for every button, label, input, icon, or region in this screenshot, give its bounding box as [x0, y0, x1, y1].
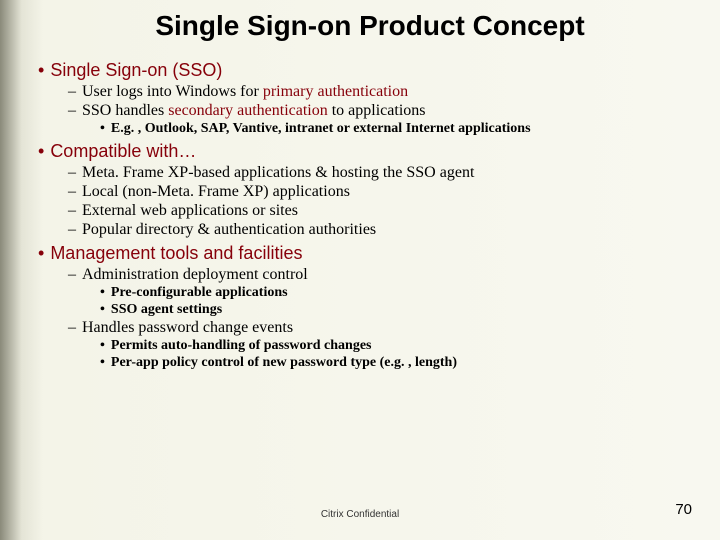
text: E.g. , Outlook, SAP, Vantive, intranet o…: [111, 121, 531, 136]
mgmt-preconfig: •Pre-configurable applications: [100, 285, 690, 301]
compat-directory: –Popular directory & authentication auth…: [68, 221, 690, 239]
sub-secondary-auth: –SSO handles secondary authentication to…: [68, 102, 690, 120]
bullet-compatible: •Compatible with…: [38, 141, 690, 162]
mgmt-admin: –Administration deployment control: [68, 266, 690, 284]
slide-content: •Single Sign-on (SSO) –User logs into Wi…: [0, 60, 720, 371]
text: SSO agent settings: [111, 302, 222, 317]
bullet-sso: •Single Sign-on (SSO): [38, 60, 690, 81]
footer-confidential: Citrix Confidential: [0, 509, 720, 520]
sub-primary-auth: –User logs into Windows for primary auth…: [68, 83, 690, 101]
compat-metaframe: –Meta. Frame XP-based applications & hos…: [68, 164, 690, 182]
text: to applications: [328, 102, 426, 119]
mgmt-agent-settings: •SSO agent settings: [100, 302, 690, 318]
text: Per-app policy control of new password t…: [111, 355, 457, 370]
mgmt-auto-handle: •Permits auto-handling of password chang…: [100, 338, 690, 354]
text: Permits auto-handling of password change…: [111, 338, 372, 353]
highlight-primary: primary authentication: [263, 83, 408, 100]
text: Handles password change events: [82, 319, 293, 336]
text: Meta. Frame XP-based applications & host…: [82, 164, 474, 181]
compat-web: –External web applications or sites: [68, 202, 690, 220]
mgmt-password: –Handles password change events: [68, 319, 690, 337]
bullet-sso-text: Single Sign-on (SSO): [50, 60, 222, 80]
text: SSO handles: [82, 102, 168, 119]
highlight-secondary: secondary authentication: [168, 102, 328, 119]
text: Pre-configurable applications: [111, 285, 288, 300]
page-number: 70: [675, 501, 692, 518]
slide-title: Single Sign-on Product Concept: [0, 0, 720, 56]
bullet-management-text: Management tools and facilities: [50, 243, 302, 263]
bullet-management: •Management tools and facilities: [38, 243, 690, 264]
text: User logs into Windows for: [82, 83, 263, 100]
text: External web applications or sites: [82, 202, 298, 219]
bullet-compatible-text: Compatible with…: [50, 141, 196, 161]
text: Administration deployment control: [82, 266, 308, 283]
example-apps: •E.g. , Outlook, SAP, Vantive, intranet …: [100, 121, 690, 137]
text: Popular directory & authentication autho…: [82, 221, 376, 238]
compat-local: –Local (non-Meta. Frame XP) applications: [68, 183, 690, 201]
mgmt-policy: •Per-app policy control of new password …: [100, 355, 690, 371]
text: Local (non-Meta. Frame XP) applications: [82, 183, 350, 200]
